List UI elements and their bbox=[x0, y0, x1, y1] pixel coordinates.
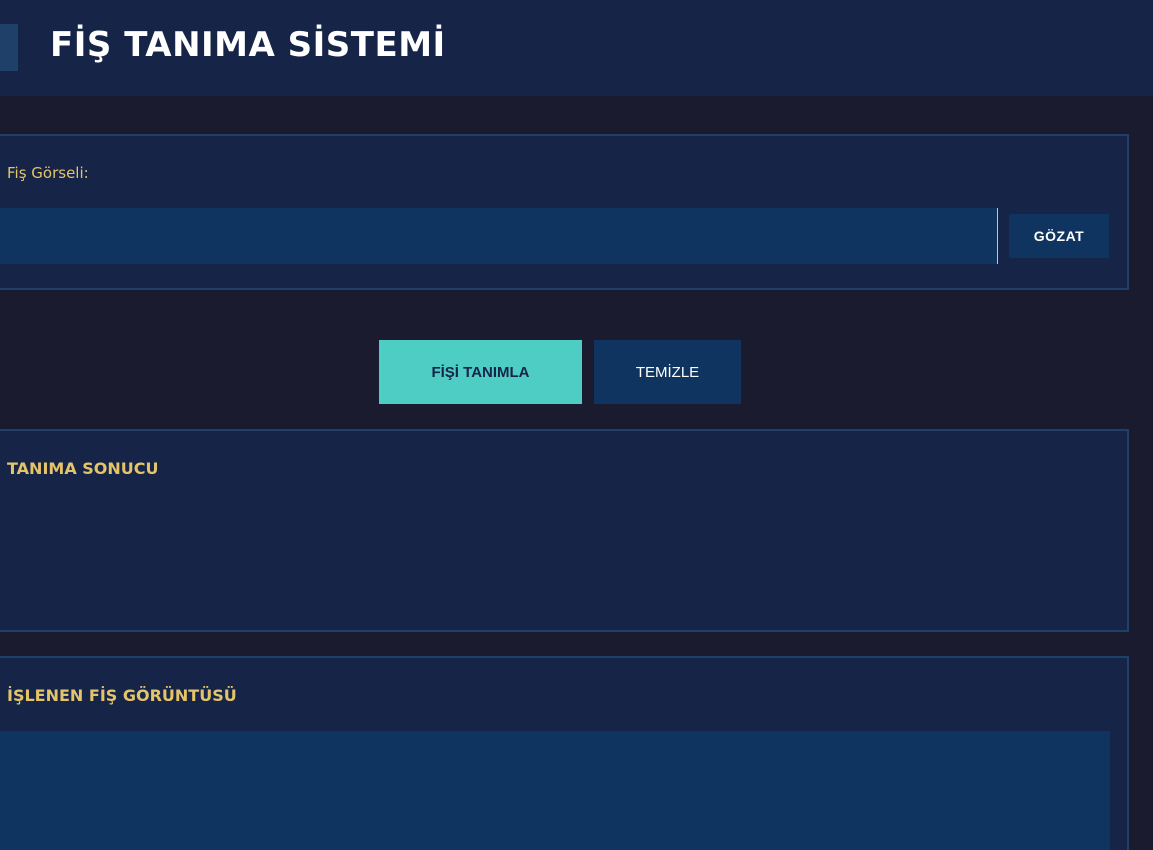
browse-button[interactable]: GÖZAT bbox=[1009, 214, 1109, 258]
file-label: Fiş Görseli: bbox=[7, 164, 89, 182]
header-accent-block bbox=[0, 24, 18, 71]
processed-image-panel: İŞLENEN FİŞ GÖRÜNTÜSÜ bbox=[0, 656, 1129, 850]
upload-panel: Fiş Görseli: GÖZAT bbox=[0, 134, 1129, 290]
page-title: FİŞ TANIMA SİSTEMİ bbox=[50, 25, 446, 65]
header-bar: FİŞ TANIMA SİSTEMİ bbox=[0, 0, 1153, 96]
clear-button[interactable]: TEMİZLE bbox=[594, 340, 741, 404]
recognize-button[interactable]: FİŞİ TANIMLA bbox=[379, 340, 582, 404]
app-window: FİŞ TANIMA SİSTEMİ Fiş Görseli: GÖZAT Fİ… bbox=[0, 0, 1153, 850]
processed-image-title: İŞLENEN FİŞ GÖRÜNTÜSÜ bbox=[7, 686, 237, 705]
result-title: TANIMA SONUCU bbox=[7, 459, 159, 478]
result-panel: TANIMA SONUCU bbox=[0, 429, 1129, 632]
processed-image-area bbox=[0, 731, 1110, 850]
file-path-field[interactable] bbox=[0, 208, 998, 264]
